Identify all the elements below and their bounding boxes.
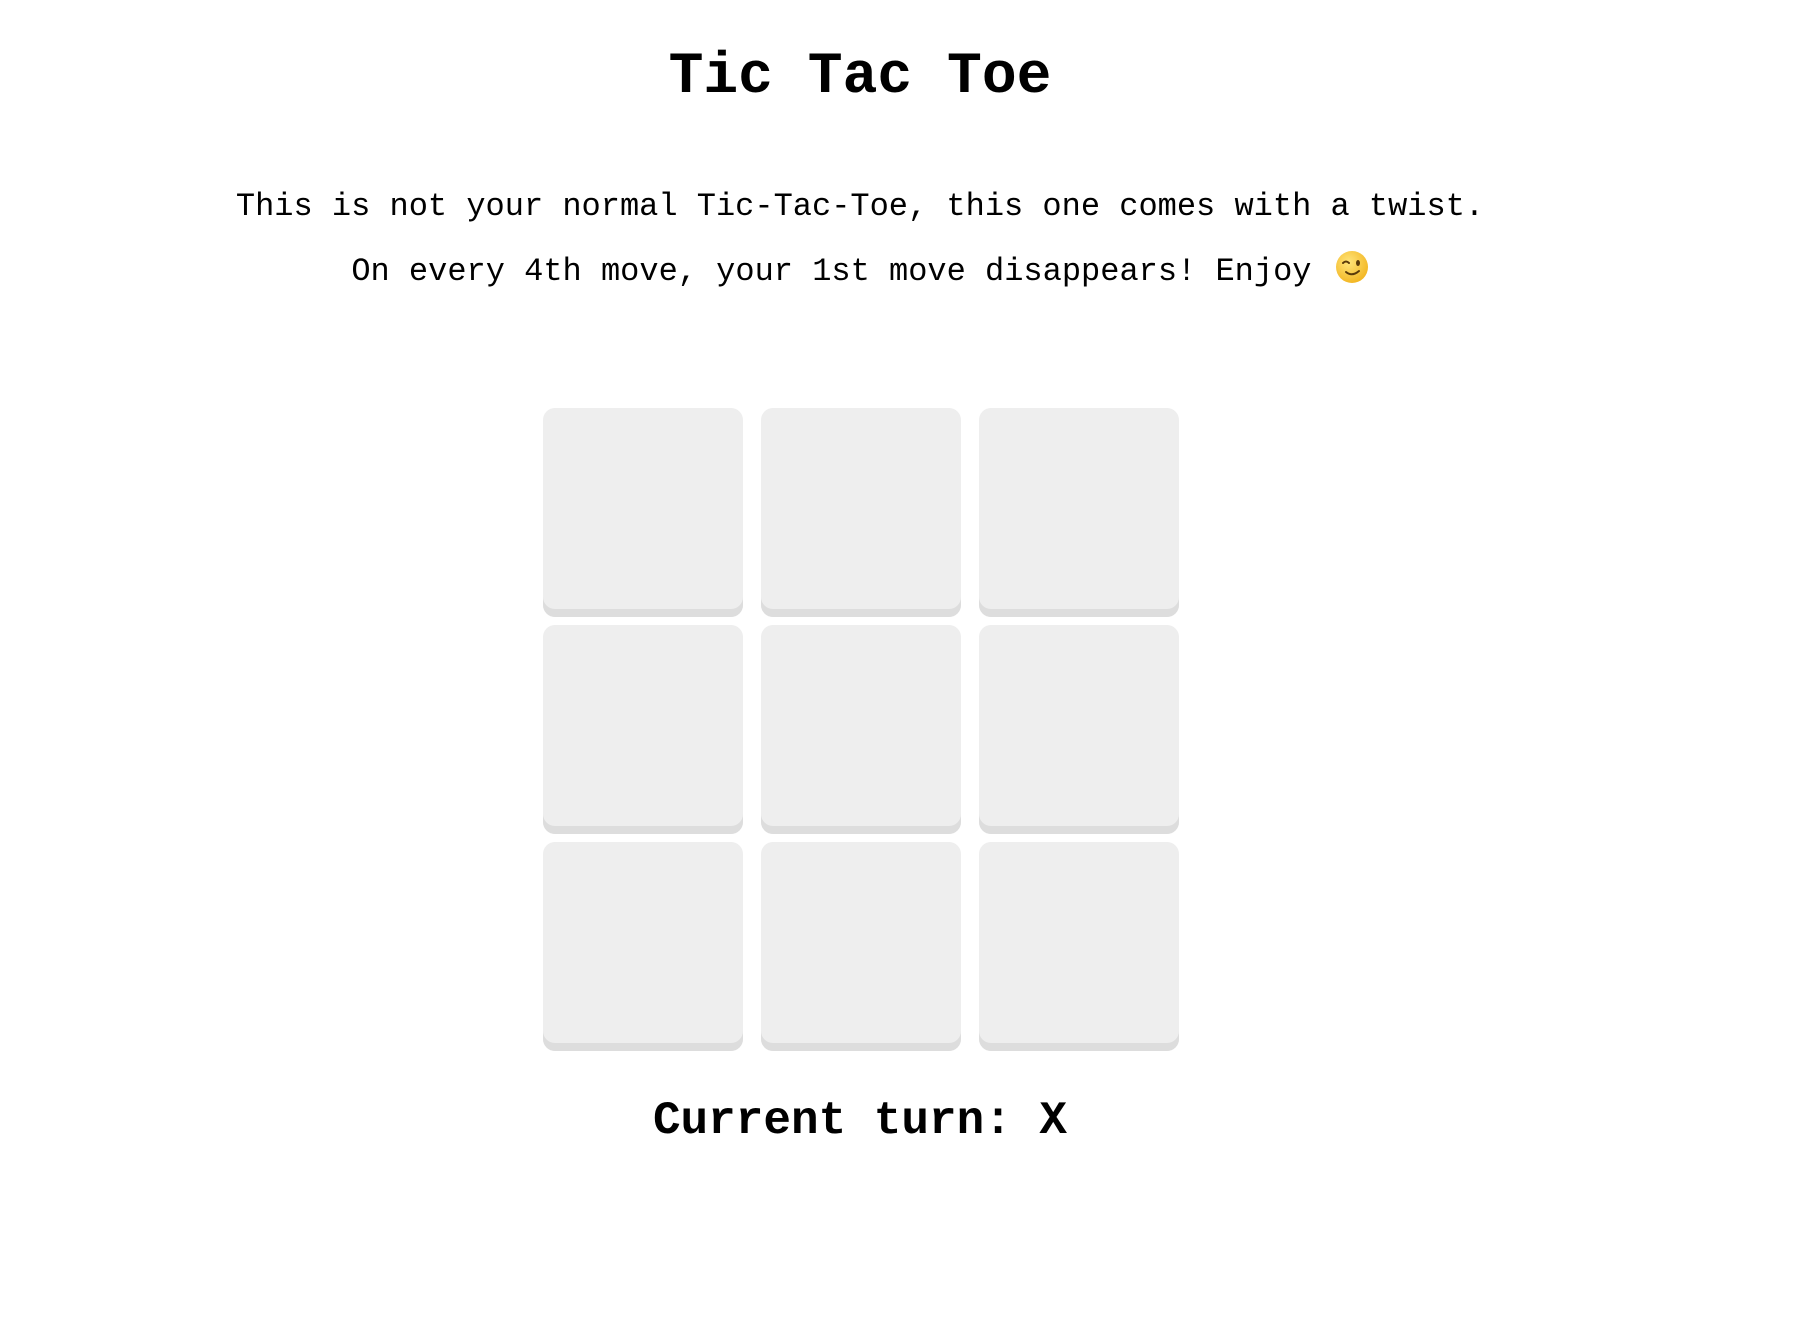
board-cell-9[interactable] — [979, 842, 1179, 1051]
game-board — [543, 408, 1179, 1051]
description-line-1: This is not your normal Tic-Tac-Toe, thi… — [0, 187, 1720, 227]
board-cell-7[interactable] — [543, 842, 743, 1051]
board-cell-3[interactable] — [979, 408, 1179, 617]
board-cell-5[interactable] — [761, 625, 961, 834]
description-text-1: This is not your normal Tic-Tac-Toe, thi… — [235, 188, 1485, 225]
board-cell-6[interactable] — [979, 625, 1179, 834]
board-cell-1[interactable] — [543, 408, 743, 617]
board-cell-4[interactable] — [543, 625, 743, 834]
winking-face-icon — [1335, 250, 1369, 284]
board-cell-2[interactable] — [761, 408, 961, 617]
board-cell-8[interactable] — [761, 842, 961, 1051]
page-title: Tic Tac Toe — [668, 45, 1052, 110]
description-text-2: On every 4th move, your 1st move disappe… — [351, 253, 1312, 290]
current-turn-status: Current turn: X — [652, 1095, 1068, 1147]
description-line-2: On every 4th move, your 1st move disappe… — [0, 250, 1720, 292]
game-page: Tic Tac Toe This is not your normal Tic-… — [0, 0, 1720, 1330]
